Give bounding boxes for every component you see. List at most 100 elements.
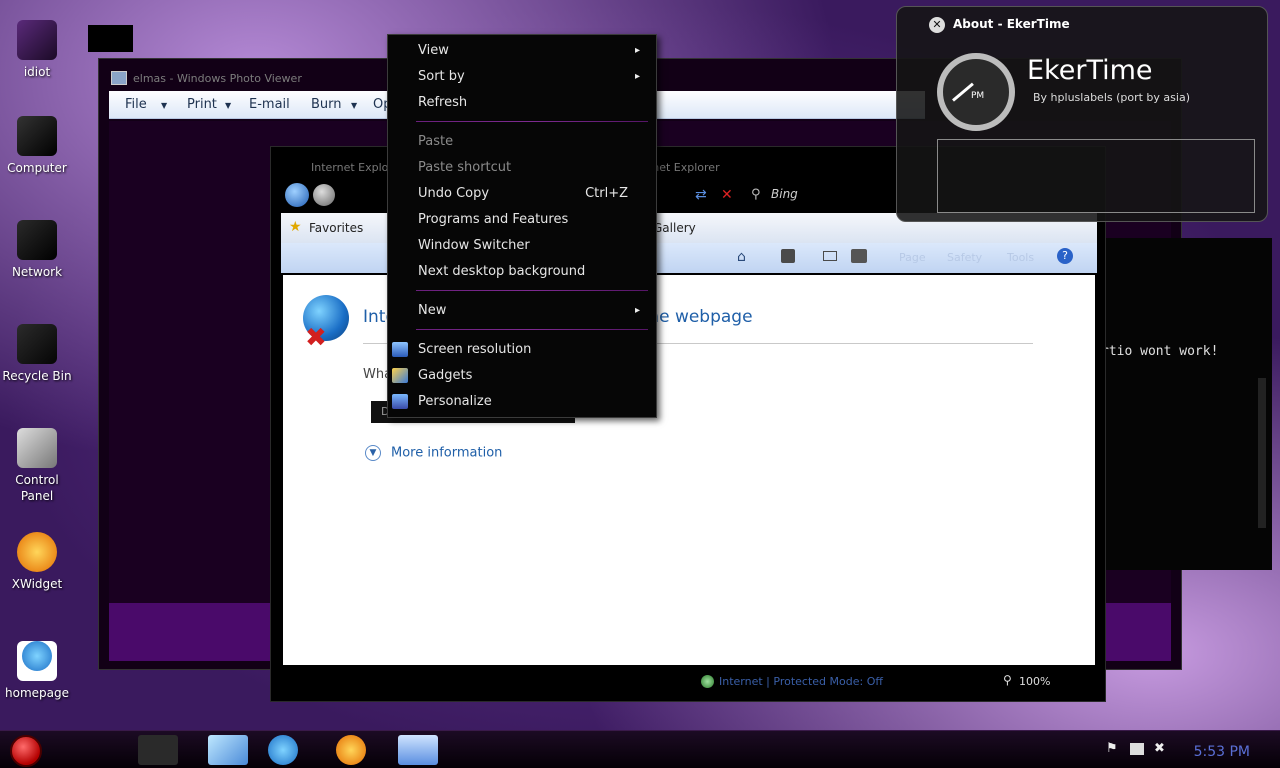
gallery-button[interactable]: Gallery <box>653 221 696 235</box>
menu-item-label: Paste <box>418 134 454 149</box>
clock-icon: PM <box>937 53 1015 131</box>
folder-icon <box>17 20 57 60</box>
control-panel-icon <box>17 428 57 468</box>
menu-item-refresh[interactable]: Refresh <box>418 90 648 116</box>
help-icon[interactable]: ? <box>1057 248 1073 264</box>
print-icon[interactable] <box>851 249 867 263</box>
taskbar-item-console[interactable] <box>138 735 178 765</box>
search-icon[interactable]: ⚲ <box>751 187 761 202</box>
personalize-icon <box>392 394 408 409</box>
safety-menu[interactable]: Safety <box>947 251 982 264</box>
back-button[interactable] <box>285 183 309 207</box>
close-icon[interactable]: ✕ <box>929 17 945 33</box>
menu-item-label: Screen resolution <box>418 342 532 357</box>
tools-menu[interactable]: Tools <box>1007 251 1034 264</box>
desktop-icon-control-panel[interactable]: Control Panel <box>0 428 74 504</box>
chevron-down-icon: ▼ <box>351 101 358 110</box>
flag-icon[interactable]: ⚑ <box>1106 741 1118 756</box>
menu-item-new[interactable]: New ▸ <box>418 298 648 324</box>
menu-item-gadgets[interactable]: Gadgets <box>392 363 648 389</box>
desktop-icon-label: Network <box>11 265 63 279</box>
volume-muted-icon[interactable]: ✖ <box>1154 741 1165 756</box>
menu-item-paste[interactable]: Paste <box>418 129 648 155</box>
taskbar-clock[interactable]: 5:53 PM <box>1194 744 1250 760</box>
menu-item-label: Gadgets <box>418 368 473 383</box>
taskbar-item-photo-viewer[interactable] <box>398 735 438 765</box>
taskbar-item-internet-explorer[interactable] <box>268 735 298 765</box>
zoom-icon[interactable]: ⚲ <box>1003 673 1012 687</box>
desktop-icon-network[interactable]: Network <box>0 220 74 280</box>
desktop-context-menu: View ▸ Sort by ▸ Refresh Paste Paste short… <box>387 34 657 418</box>
forward-button[interactable] <box>313 184 335 206</box>
photo-viewer-app-icon <box>111 71 127 85</box>
desktop-icon-label: homepage <box>5 686 69 700</box>
home-icon[interactable]: ⌂ <box>737 249 746 265</box>
desktop-icon-label: Computer <box>7 161 67 175</box>
search-provider[interactable]: Bing <box>771 187 798 201</box>
console-text: rtio wont work! <box>1101 344 1219 359</box>
favorites-button[interactable]: Favorites <box>309 221 363 235</box>
about-info-box <box>937 139 1255 213</box>
chevron-down-icon: ▼ <box>161 101 168 110</box>
error-x-icon: ✖ <box>305 323 327 353</box>
menu-file[interactable]: File <box>125 97 147 112</box>
more-information-link[interactable]: ▼ More information <box>365 445 502 461</box>
menu-item-view[interactable]: View ▸ <box>418 38 648 64</box>
menu-separator <box>416 329 648 330</box>
menu-item-personalize[interactable]: Personalize <box>392 389 648 415</box>
taskbar: ⚑ ✖ 5:53 PM <box>0 730 1280 768</box>
chevron-down-icon: ▼ <box>225 101 232 110</box>
network-tray-icon[interactable] <box>1130 743 1144 755</box>
menu-email[interactable]: E-mail <box>249 97 290 112</box>
refresh-icon[interactable]: ⇄ <box>695 187 707 203</box>
zoom-level[interactable]: 100% <box>1019 675 1050 688</box>
console-scrollbar[interactable] <box>1258 378 1266 528</box>
menu-print[interactable]: Print <box>187 97 217 112</box>
about-ekertime-dialog[interactable]: ✕ About - EkerTime PM EkerTime By hplusl… <box>896 6 1268 222</box>
taskbar-item-notes[interactable] <box>208 735 248 765</box>
menu-item-paste-shortcut[interactable]: Paste shortcut <box>418 155 648 181</box>
menu-item-programs-and-features[interactable]: Programs and Features <box>418 207 648 233</box>
xwidget-icon <box>17 532 57 572</box>
desktop-icon-computer[interactable]: Computer <box>0 116 74 176</box>
feeds-icon[interactable] <box>781 249 795 263</box>
about-title: About - EkerTime <box>953 17 1070 31</box>
app-byline: By hpluslabels (port by asia) <box>1033 91 1190 104</box>
desktop-icon-idiot[interactable]: idiot <box>0 20 74 80</box>
mouse-cursor-icon <box>763 414 777 432</box>
start-button[interactable] <box>10 735 42 767</box>
recycle-bin-icon <box>17 324 57 364</box>
menu-item-label: Window Switcher <box>418 238 530 253</box>
menu-item-window-switcher[interactable]: Window Switcher <box>418 233 648 259</box>
stop-icon[interactable]: ✕ <box>721 187 733 203</box>
menu-burn[interactable]: Burn <box>311 97 342 112</box>
desktop-icon-label: XWidget <box>11 577 63 591</box>
menu-item-label: View <box>418 43 449 58</box>
menu-item-label: Sort by <box>418 69 465 84</box>
internet-explorer-icon <box>17 641 57 681</box>
more-information-label: More information <box>391 445 503 461</box>
menu-item-next-desktop-background[interactable]: Next desktop background <box>418 259 648 285</box>
desktop-icon-recycle-bin[interactable]: Recycle Bin <box>0 324 74 384</box>
menu-separator <box>416 290 648 291</box>
menu-item-undo-copy[interactable]: Undo Copy Ctrl+Z <box>418 181 648 207</box>
desktop-icon-homepage[interactable]: homepage <box>0 636 74 701</box>
taskbar-item-xwidget[interactable] <box>336 735 366 765</box>
menu-item-screen-resolution[interactable]: Screen resolution <box>392 337 648 363</box>
menu-item-label: Undo Copy <box>418 186 490 201</box>
console-window[interactable]: rtio wont work! <box>1094 238 1272 570</box>
menu-item-sort-by[interactable]: Sort by ▸ <box>418 64 648 90</box>
internet-zone-icon <box>701 675 714 688</box>
favorites-star-icon[interactable]: ★ <box>289 219 302 235</box>
mail-icon[interactable] <box>823 251 837 261</box>
menu-item-label: Paste shortcut <box>418 160 512 175</box>
computer-icon <box>17 116 57 156</box>
submenu-arrow-icon: ▸ <box>634 71 640 82</box>
page-menu[interactable]: Page <box>899 251 926 264</box>
desktop-icon-label: Control Panel <box>15 473 59 503</box>
submenu-arrow-icon: ▸ <box>634 45 640 56</box>
ie-status-bar: Internet | Protected Mode: Off ⚲ 100% <box>281 669 1097 695</box>
desktop-widget-square <box>88 25 133 52</box>
menu-item-label: New <box>418 303 447 318</box>
desktop-icon-xwidget[interactable]: XWidget <box>0 532 74 592</box>
